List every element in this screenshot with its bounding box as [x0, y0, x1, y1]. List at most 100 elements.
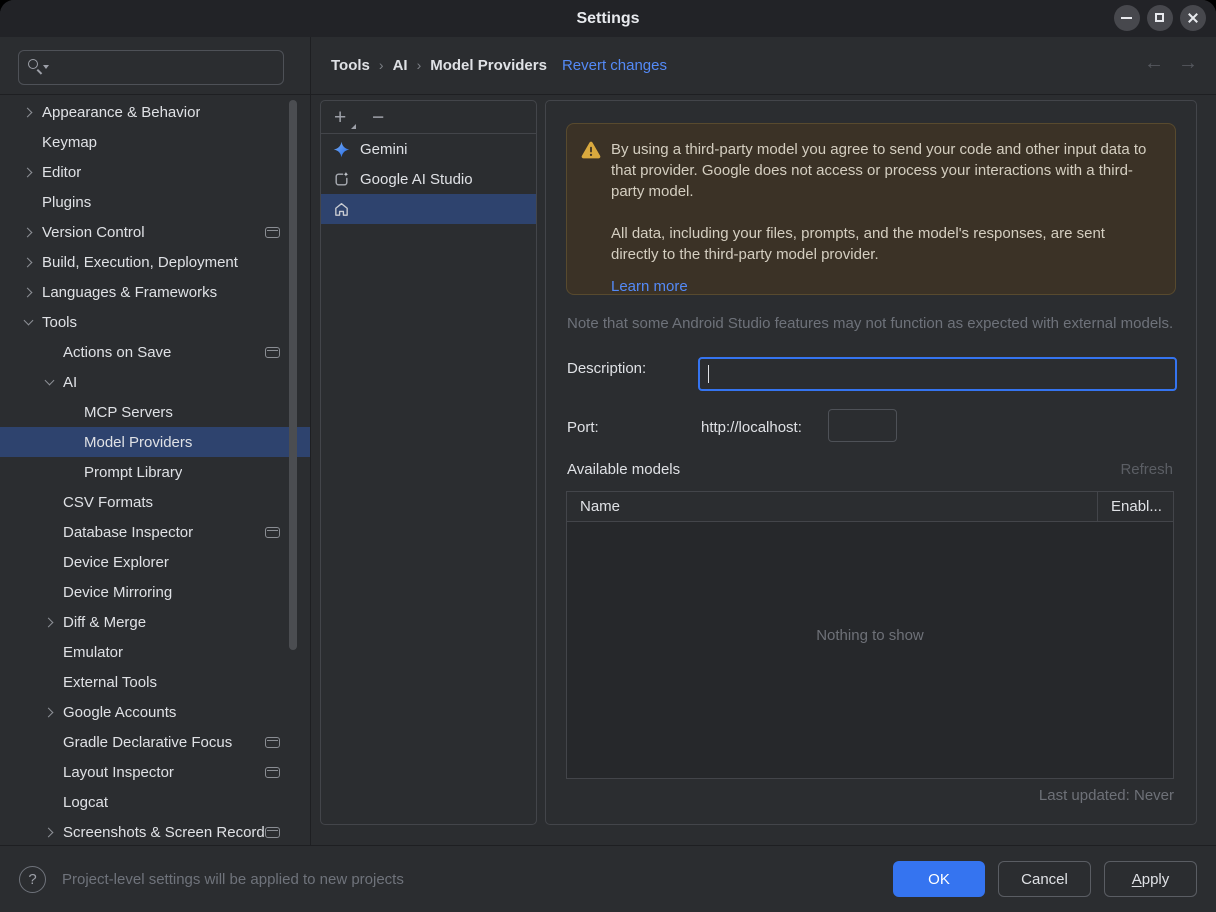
- sidebar-item-diff-merge[interactable]: Diff & Merge: [0, 607, 310, 637]
- window-title: Settings: [576, 9, 640, 27]
- sidebar-item-model-providers[interactable]: Model Providers: [0, 427, 310, 457]
- remove-provider-button[interactable]: −: [372, 107, 384, 128]
- breadcrumb-model-providers[interactable]: Model Providers: [430, 57, 547, 74]
- sidebar-item-emulator[interactable]: Emulator: [0, 637, 310, 667]
- last-updated-text: Last updated: Never: [1038, 787, 1174, 804]
- settings-indicator-icon: [265, 826, 280, 838]
- settings-indicator-icon: [265, 736, 280, 748]
- sidebar-item-actions-on-save[interactable]: Actions on Save: [0, 337, 310, 367]
- localhost-prefix: http://localhost:: [701, 419, 802, 436]
- breadcrumb: Tools › AI › Model Providers Revert chan…: [331, 56, 667, 74]
- sidebar-item-external-tools[interactable]: External Tools: [0, 667, 310, 697]
- close-button[interactable]: [1180, 5, 1206, 31]
- sidebar-item-screenshots-screen-recordi[interactable]: Screenshots & Screen Recordi: [0, 817, 310, 845]
- chevron-right-icon[interactable]: [43, 827, 53, 837]
- settings-indicator-icon: [265, 346, 280, 358]
- revert-changes-link[interactable]: Revert changes: [562, 57, 667, 74]
- minimize-button[interactable]: [1114, 5, 1140, 31]
- sidebar-item-languages-frameworks[interactable]: Languages & Frameworks: [0, 277, 310, 307]
- settings-dialog: Settings Tools › AI › Model Providers Re…: [0, 0, 1216, 912]
- project-level-note: Project-level settings will be applied t…: [62, 870, 404, 888]
- sidebar-scrollbar[interactable]: [289, 100, 297, 650]
- sidebar-item-label: Tools: [42, 313, 78, 331]
- provider-toolbar: + −: [321, 101, 536, 134]
- chevron-right-icon[interactable]: [43, 617, 53, 627]
- warning-paragraph-1: By using a third-party model you agree t…: [611, 141, 1147, 200]
- title-bar: Settings: [0, 0, 1216, 37]
- refresh-button[interactable]: Refresh: [1120, 461, 1173, 478]
- sidebar-item-database-inspector[interactable]: Database Inspector: [0, 517, 310, 547]
- description-input[interactable]: [698, 357, 1177, 391]
- chevron-right-icon[interactable]: [22, 227, 32, 237]
- sidebar-item-label: Version Control: [42, 223, 145, 241]
- sidebar-item-csv-formats[interactable]: CSV Formats: [0, 487, 310, 517]
- ai-studio-icon: [333, 171, 350, 188]
- sidebar-item-label: Database Inspector: [63, 523, 194, 541]
- sidebar-item-gradle-declarative-focus[interactable]: Gradle Declarative Focus: [0, 727, 310, 757]
- sidebar-item-label: Layout Inspector: [63, 763, 174, 781]
- settings-tree: Appearance & Behavior Keymap Editor Plugins…: [0, 95, 310, 845]
- settings-indicator-icon: [265, 526, 280, 538]
- sidebar-item-label: Build, Execution, Deployment: [42, 253, 238, 271]
- sidebar-item-device-explorer[interactable]: Device Explorer: [0, 547, 310, 577]
- provider-item-new[interactable]: [321, 194, 536, 224]
- learn-more-link[interactable]: Learn more: [611, 276, 688, 297]
- provider-item-gemini[interactable]: Gemini: [321, 134, 536, 164]
- port-input[interactable]: [828, 409, 897, 442]
- sidebar-item-editor[interactable]: Editor: [0, 157, 310, 187]
- search-options-chevron-icon: [43, 64, 49, 69]
- sidebar-item-label: Plugins: [42, 193, 92, 211]
- sidebar-item-mcp-servers[interactable]: MCP Servers: [0, 397, 310, 427]
- provider-list-panel: + − Gemini Google AI Studio: [320, 100, 537, 825]
- sidebar-item-ai[interactable]: AI: [0, 367, 310, 397]
- provider-detail-panel: By using a third-party model you agree t…: [545, 100, 1197, 825]
- text-caret: [708, 365, 709, 383]
- chevron-right-icon[interactable]: [22, 167, 32, 177]
- column-header-enabled[interactable]: Enabl...: [1097, 492, 1173, 521]
- breadcrumb-ai[interactable]: AI: [393, 57, 408, 74]
- sidebar-item-label: Appearance & Behavior: [42, 103, 201, 121]
- models-table-body: Nothing to show: [567, 522, 1173, 779]
- forward-arrow-icon[interactable]: →: [1178, 52, 1198, 75]
- sidebar-item-device-mirroring[interactable]: Device Mirroring: [0, 577, 310, 607]
- sidebar-item-keymap[interactable]: Keymap: [0, 127, 310, 157]
- add-provider-button[interactable]: +: [334, 107, 356, 129]
- back-arrow-icon[interactable]: ←: [1144, 52, 1164, 75]
- sidebar-item-label: Google Accounts: [63, 703, 177, 721]
- sidebar-item-label: Editor: [42, 163, 82, 181]
- sidebar-item-google-accounts[interactable]: Google Accounts: [0, 697, 310, 727]
- sidebar-item-prompt-library[interactable]: Prompt Library: [0, 457, 310, 487]
- warning-paragraph-2: All data, including your files, prompts,…: [611, 225, 1105, 263]
- sidebar-item-label: Diff & Merge: [63, 613, 147, 631]
- chevron-right-icon[interactable]: [22, 257, 32, 267]
- chevron-right-icon[interactable]: [22, 287, 32, 297]
- apply-button[interactable]: Apply: [1104, 861, 1197, 897]
- chevron-down-icon[interactable]: [44, 375, 54, 386]
- sidebar-item-tools[interactable]: Tools: [0, 307, 310, 337]
- settings-search-input[interactable]: [18, 50, 284, 85]
- chevron-right-icon[interactable]: [22, 107, 32, 117]
- sidebar-item-label: Logcat: [63, 793, 109, 811]
- sidebar-item-label: Screenshots & Screen Recordi: [63, 823, 265, 841]
- provider-item-label: Google AI Studio: [360, 170, 473, 188]
- sidebar-item-logcat[interactable]: Logcat: [0, 787, 310, 817]
- help-icon[interactable]: ?: [19, 865, 46, 893]
- provider-item-label: Gemini: [360, 140, 408, 158]
- sidebar-item-layout-inspector[interactable]: Layout Inspector: [0, 757, 310, 787]
- column-header-name[interactable]: Name: [567, 492, 1097, 521]
- sidebar-item-plugins[interactable]: Plugins: [0, 187, 310, 217]
- sidebar-item-build-execution-deployment[interactable]: Build, Execution, Deployment: [0, 247, 310, 277]
- home-icon: [333, 201, 350, 218]
- minimize-icon: [1121, 17, 1132, 19]
- sidebar-item-version-control[interactable]: Version Control: [0, 217, 310, 247]
- sidebar-item-appearance-behavior[interactable]: Appearance & Behavior: [0, 97, 310, 127]
- models-table-header: Name Enabl...: [567, 492, 1173, 522]
- ok-button[interactable]: OK: [893, 861, 985, 897]
- provider-item-google-ai-studio[interactable]: Google AI Studio: [321, 164, 536, 194]
- breadcrumb-tools[interactable]: Tools: [331, 57, 370, 74]
- maximize-button[interactable]: [1147, 5, 1173, 31]
- chevron-down-icon[interactable]: [23, 315, 33, 326]
- cancel-button[interactable]: Cancel: [998, 861, 1091, 897]
- chevron-right-icon[interactable]: [43, 707, 53, 717]
- description-label: Description:: [567, 360, 647, 377]
